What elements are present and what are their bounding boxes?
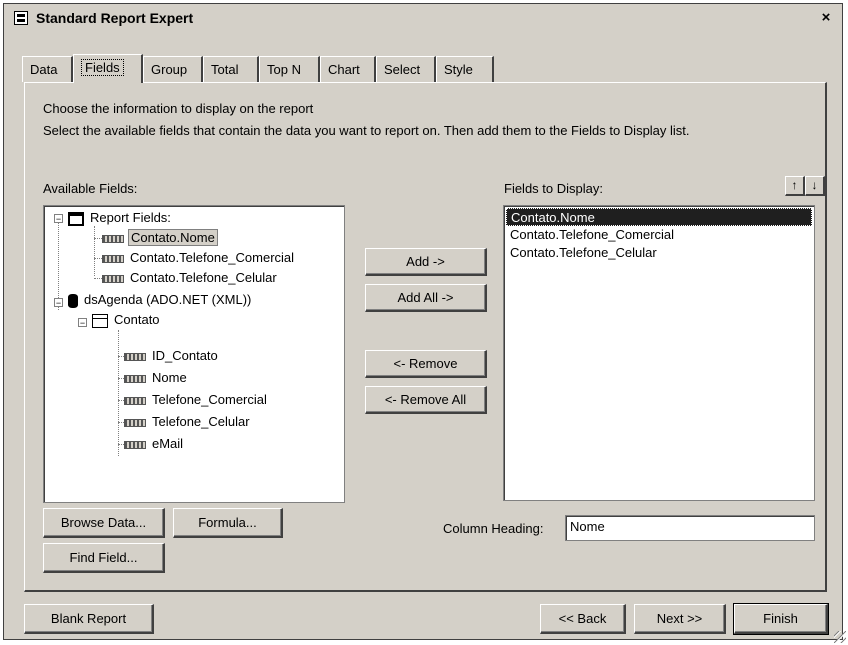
tree-line <box>94 226 95 276</box>
back-button[interactable]: << Back <box>540 604 626 634</box>
formula-button[interactable]: Formula... <box>173 508 283 538</box>
field-icon <box>124 352 146 361</box>
tree-node-label: eMail <box>152 436 184 451</box>
list-item[interactable]: Contato.Telefone_Comercial <box>506 226 812 244</box>
tree-node-report-fields[interactable]: Report Fields: <box>68 208 173 228</box>
tree-line <box>118 330 119 456</box>
field-icon <box>102 274 124 283</box>
field-icon <box>124 396 146 405</box>
resize-grip[interactable] <box>834 631 846 643</box>
tree-node-report-field[interactable]: Contato.Telefone_Celular <box>102 268 279 288</box>
column-heading-label: Column Heading: <box>443 521 544 536</box>
column-heading-input[interactable]: Nome <box>565 515 815 541</box>
instruction-line-1: Choose the information to display on the… <box>43 101 314 116</box>
tree-node-table-field[interactable]: Telefone_Celular <box>124 412 252 432</box>
database-icon <box>68 293 78 308</box>
tree-node-label: Telefone_Celular <box>152 414 250 429</box>
close-icon[interactable]: × <box>816 9 836 27</box>
tree-node-label: Contato.Nome <box>128 229 218 246</box>
field-icon <box>124 374 146 383</box>
app-icon <box>14 11 28 25</box>
collapse-icon[interactable]: − <box>54 214 63 224</box>
tree-node-table-field[interactable]: ID_Contato <box>124 346 220 366</box>
tree-node-table-field[interactable]: Telefone_Comercial <box>124 390 269 410</box>
remove-all-button[interactable]: <- Remove All <box>365 386 487 414</box>
remove-button[interactable]: <- Remove <box>365 350 487 378</box>
window-title: Standard Report Expert <box>36 10 194 26</box>
arrow-down-icon: ↓ <box>811 178 818 192</box>
available-fields-label: Available Fields: <box>43 181 138 196</box>
tab-chart[interactable]: Chart <box>320 56 376 82</box>
finish-button[interactable]: Finish <box>733 603 829 635</box>
tab-label: Top N <box>267 62 301 77</box>
add-all-button[interactable]: Add All -> <box>365 284 487 312</box>
tab-total[interactable]: Total <box>203 56 259 82</box>
move-down-button[interactable]: ↓ <box>805 176 825 196</box>
tree-node-table-field[interactable]: eMail <box>124 434 185 454</box>
fields-to-display-list[interactable]: Contato.Nome Contato.Telefone_Comercial … <box>503 205 815 501</box>
title-bar: Standard Report Expert × <box>6 6 840 32</box>
tab-label: Group <box>151 62 188 77</box>
field-icon <box>102 234 124 243</box>
tab-top-n[interactable]: Top N <box>259 56 320 82</box>
tab-group[interactable]: Group <box>143 56 203 82</box>
tree-node-table-field[interactable]: Nome <box>124 368 189 388</box>
tree-node-label: Nome <box>152 370 187 385</box>
tab-select[interactable]: Select <box>376 56 436 82</box>
list-item[interactable]: Contato.Nome <box>506 208 812 226</box>
fields-tab-panel: Choose the information to display on the… <box>24 82 827 592</box>
tree-node-label: ID_Contato <box>152 348 218 363</box>
add-button[interactable]: Add -> <box>365 248 487 276</box>
next-button[interactable]: Next >> <box>634 604 726 634</box>
tree-node-table[interactable]: Contato <box>92 310 162 330</box>
tree-node-report-field[interactable]: Contato.Nome <box>102 228 218 248</box>
tree-node-label: Contato <box>114 312 160 327</box>
blank-report-button[interactable]: Blank Report <box>24 604 154 634</box>
tab-label: Total <box>211 62 239 77</box>
tree-node-label: Contato.Telefone_Comercial <box>130 250 295 265</box>
available-fields-tree[interactable]: − Report Fields: Contato.Nome Contato.Te… <box>43 205 345 503</box>
tree-node-report-field[interactable]: Contato.Telefone_Comercial <box>102 248 296 268</box>
field-icon <box>124 418 146 427</box>
tab-label: Select <box>384 62 421 77</box>
instruction-line-2: Select the available fields that contain… <box>43 123 690 138</box>
field-icon <box>102 254 124 263</box>
move-up-button[interactable]: ↑ <box>785 176 805 196</box>
tab-label: Chart <box>328 62 360 77</box>
collapse-icon[interactable]: − <box>54 298 63 308</box>
table-icon <box>92 313 108 328</box>
tab-label: Data <box>30 62 58 77</box>
list-item[interactable]: Contato.Telefone_Celular <box>506 244 812 262</box>
fields-to-display-label: Fields to Display: <box>504 181 603 196</box>
tab-fields[interactable]: Fields <box>73 54 143 83</box>
tab-style[interactable]: Style <box>436 56 494 82</box>
tree-node-label: Contato.Telefone_Celular <box>130 270 277 285</box>
field-icon <box>124 440 146 449</box>
tree-node-dataset[interactable]: dsAgenda (ADO.NET (XML)) <box>68 290 253 310</box>
find-field-button[interactable]: Find Field... <box>43 543 165 573</box>
tab-label: Fields <box>81 59 124 76</box>
report-icon <box>68 211 84 226</box>
tab-label: Style <box>444 62 473 77</box>
browse-data-button[interactable]: Browse Data... <box>43 508 165 538</box>
tree-node-label: Telefone_Comercial <box>152 392 267 407</box>
tree-node-label: Report Fields: <box>90 210 171 225</box>
tree-node-label: dsAgenda (ADO.NET (XML)) <box>84 292 252 307</box>
tab-data[interactable]: Data <box>22 56 73 82</box>
arrow-up-icon: ↑ <box>791 178 798 192</box>
tree-line <box>58 222 59 310</box>
collapse-icon[interactable]: − <box>78 318 87 328</box>
